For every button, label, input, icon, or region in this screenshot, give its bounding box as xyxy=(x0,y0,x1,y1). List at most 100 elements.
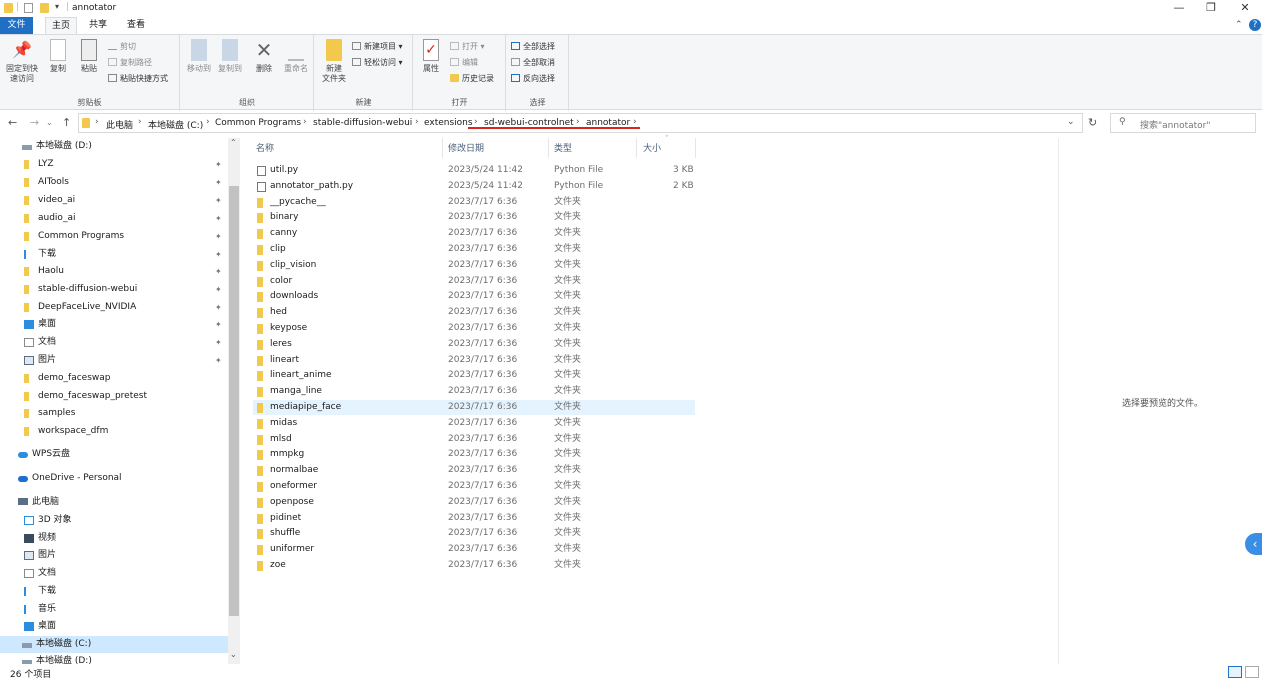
nav-item[interactable]: Haolu ✦ xyxy=(0,263,228,280)
move-to-button[interactable]: 移动到 xyxy=(184,39,214,74)
nav-item[interactable]: stable-diffusion-webui ✦ xyxy=(0,281,228,298)
file-row[interactable]: openpose 2023/7/17 6:36 文件夹 xyxy=(253,495,695,510)
file-row[interactable]: util.py 2023/5/24 11:42 Python File 3 KB xyxy=(253,163,695,178)
file-row[interactable]: lineart_anime 2023/7/17 6:36 文件夹 xyxy=(253,368,695,383)
nav-item[interactable]: audio_ai ✦ xyxy=(0,210,228,227)
file-row[interactable]: clip 2023/7/17 6:36 文件夹 xyxy=(253,242,695,257)
address-dropdown-icon[interactable]: ⌄ xyxy=(1067,117,1075,127)
preview-divider[interactable] xyxy=(1058,138,1059,664)
copy-path-button[interactable]: 复制路径 xyxy=(108,57,152,68)
new-folder-button[interactable]: 新建 文件夹 xyxy=(318,39,350,84)
pin-to-quick-access-button[interactable]: 📌 固定到快速访问 xyxy=(3,39,41,84)
file-row[interactable]: mediapipe_face 2023/7/17 6:36 文件夹 xyxy=(253,400,695,415)
file-row[interactable]: hed 2023/7/17 6:36 文件夹 xyxy=(253,305,695,320)
nav-item[interactable]: 图片 ✦ xyxy=(0,352,228,369)
tab-view[interactable]: 查看 xyxy=(120,17,152,34)
help-icon[interactable]: ? xyxy=(1249,19,1261,31)
paste-button[interactable]: 粘贴 xyxy=(76,39,102,74)
file-row[interactable]: zoe 2023/7/17 6:36 文件夹 xyxy=(253,558,695,573)
file-row[interactable]: pidinet 2023/7/17 6:36 文件夹 xyxy=(253,511,695,526)
file-row[interactable]: leres 2023/7/17 6:36 文件夹 xyxy=(253,337,695,352)
back-button[interactable]: ← xyxy=(8,116,17,129)
file-row[interactable]: mmpkg 2023/7/17 6:36 文件夹 xyxy=(253,447,695,462)
scroll-thumb[interactable] xyxy=(229,186,239,616)
properties-checkbox-icon[interactable] xyxy=(24,3,33,13)
nav-item[interactable]: 视频 xyxy=(0,530,228,547)
file-row[interactable]: annotator_path.py 2023/5/24 11:42 Python F… xyxy=(253,179,695,194)
file-row[interactable]: uniformer 2023/7/17 6:36 文件夹 xyxy=(253,542,695,557)
select-all-button[interactable]: 全部选择 xyxy=(511,41,555,52)
address-box[interactable]: › 此电脑 › 本地磁盘 (C:) › Common Programs › st… xyxy=(78,113,1083,133)
close-button[interactable]: ✕ xyxy=(1230,1,1260,15)
easy-access-button[interactable]: 轻松访问 ▾ xyxy=(352,57,403,68)
nav-item[interactable]: DeepFaceLive_NVIDIA ✦ xyxy=(0,299,228,316)
maximize-button[interactable]: ❐ xyxy=(1196,1,1226,15)
nav-scrollbar[interactable]: ⌃ ⌄ xyxy=(228,138,240,664)
file-row[interactable]: color 2023/7/17 6:36 文件夹 xyxy=(253,274,695,289)
nav-item[interactable]: 本地磁盘 (C:) xyxy=(0,636,228,653)
edit-button[interactable]: 编辑 xyxy=(450,57,478,68)
column-header-type[interactable]: 类型 xyxy=(554,141,572,154)
delete-button[interactable]: ✕ 删除 xyxy=(251,39,277,74)
tab-home[interactable]: 主页 xyxy=(45,17,77,34)
nav-item[interactable]: workspace_dfm xyxy=(0,423,228,440)
breadcrumb-common-programs[interactable]: Common Programs xyxy=(215,118,301,128)
column-header-date[interactable]: 修改日期 xyxy=(448,141,484,154)
open-button[interactable]: 打开 ▾ xyxy=(450,41,485,52)
recent-locations-icon[interactable]: ⌄ xyxy=(46,118,53,127)
file-row[interactable]: oneformer 2023/7/17 6:36 文件夹 xyxy=(253,479,695,494)
nav-item[interactable]: 桌面 xyxy=(0,618,228,635)
nav-item[interactable]: demo_faceswap_pretest xyxy=(0,388,228,405)
forward-button[interactable]: → xyxy=(30,116,39,129)
breadcrumb-drive-c[interactable]: 本地磁盘 (C:) xyxy=(148,118,203,131)
nav-item[interactable]: WPS云盘 xyxy=(0,446,228,463)
copy-to-button[interactable]: 复制到 xyxy=(215,39,245,74)
tab-share[interactable]: 共享 xyxy=(82,17,114,34)
scroll-down-icon[interactable]: ⌄ xyxy=(230,650,237,659)
nav-item[interactable]: 下载 xyxy=(0,583,228,600)
nav-item[interactable]: 本地磁盘 (D:) xyxy=(0,653,228,664)
thumbnails-view-icon[interactable] xyxy=(1245,666,1259,678)
file-row[interactable]: lineart 2023/7/17 6:36 文件夹 xyxy=(253,353,695,368)
select-none-button[interactable]: 全部取消 xyxy=(511,57,555,68)
nav-item[interactable]: 此电脑 xyxy=(0,494,228,511)
invert-selection-button[interactable]: 反向选择 xyxy=(511,73,555,84)
file-row[interactable]: __pycache__ 2023/7/17 6:36 文件夹 xyxy=(253,195,695,210)
tab-file[interactable]: 文件 xyxy=(0,17,33,34)
file-row[interactable]: binary 2023/7/17 6:36 文件夹 xyxy=(253,210,695,225)
nav-item[interactable]: LYZ ✦ xyxy=(0,156,228,173)
nav-item[interactable]: 本地磁盘 (D:) xyxy=(0,138,228,155)
nav-item[interactable]: 音乐 xyxy=(0,601,228,618)
breadcrumb-extensions[interactable]: extensions xyxy=(424,118,473,128)
refresh-icon[interactable]: ↻ xyxy=(1088,116,1097,129)
history-button[interactable]: 历史记录 xyxy=(450,73,494,84)
new-item-button[interactable]: 新建项目 ▾ xyxy=(352,41,403,52)
breadcrumb-this-pc[interactable]: 此电脑 xyxy=(106,118,133,131)
file-row[interactable]: mlsd 2023/7/17 6:36 文件夹 xyxy=(253,432,695,447)
nav-item[interactable]: video_ai ✦ xyxy=(0,192,228,209)
scroll-up-icon[interactable]: ⌃ xyxy=(230,138,237,147)
breadcrumb-stable-diffusion-webui[interactable]: stable-diffusion-webui xyxy=(313,118,412,128)
nav-item[interactable]: 文档 ✦ xyxy=(0,334,228,351)
copy-button[interactable]: 复制 xyxy=(45,39,71,74)
nav-item[interactable]: 桌面 ✦ xyxy=(0,316,228,333)
nav-item[interactable]: Common Programs ✦ xyxy=(0,228,228,245)
cut-button[interactable]: 剪切 xyxy=(108,41,136,52)
search-box[interactable]: ⚲ 搜索"annotator" xyxy=(1110,113,1256,133)
nav-item[interactable]: samples xyxy=(0,405,228,422)
file-row[interactable]: keypose 2023/7/17 6:36 文件夹 xyxy=(253,321,695,336)
file-row[interactable]: clip_vision 2023/7/17 6:36 文件夹 xyxy=(253,258,695,273)
details-view-icon[interactable] xyxy=(1228,666,1242,678)
new-folder-icon[interactable] xyxy=(40,3,49,13)
paste-shortcut-button[interactable]: 粘贴快捷方式 xyxy=(108,73,168,84)
file-row[interactable]: canny 2023/7/17 6:36 文件夹 xyxy=(253,226,695,241)
nav-item[interactable]: AITools ✦ xyxy=(0,174,228,191)
nav-item[interactable]: OneDrive - Personal xyxy=(0,470,228,487)
minimize-button[interactable]: — xyxy=(1164,1,1194,15)
search-input[interactable]: 搜索"annotator" xyxy=(1140,118,1211,131)
file-row[interactable]: shuffle 2023/7/17 6:36 文件夹 xyxy=(253,526,695,541)
customize-toolbar-icon[interactable]: ▾ xyxy=(55,2,59,11)
file-row[interactable]: downloads 2023/7/17 6:36 文件夹 xyxy=(253,289,695,304)
rename-button[interactable]: 重命名 xyxy=(281,39,311,74)
up-button[interactable]: ↑ xyxy=(62,116,71,129)
